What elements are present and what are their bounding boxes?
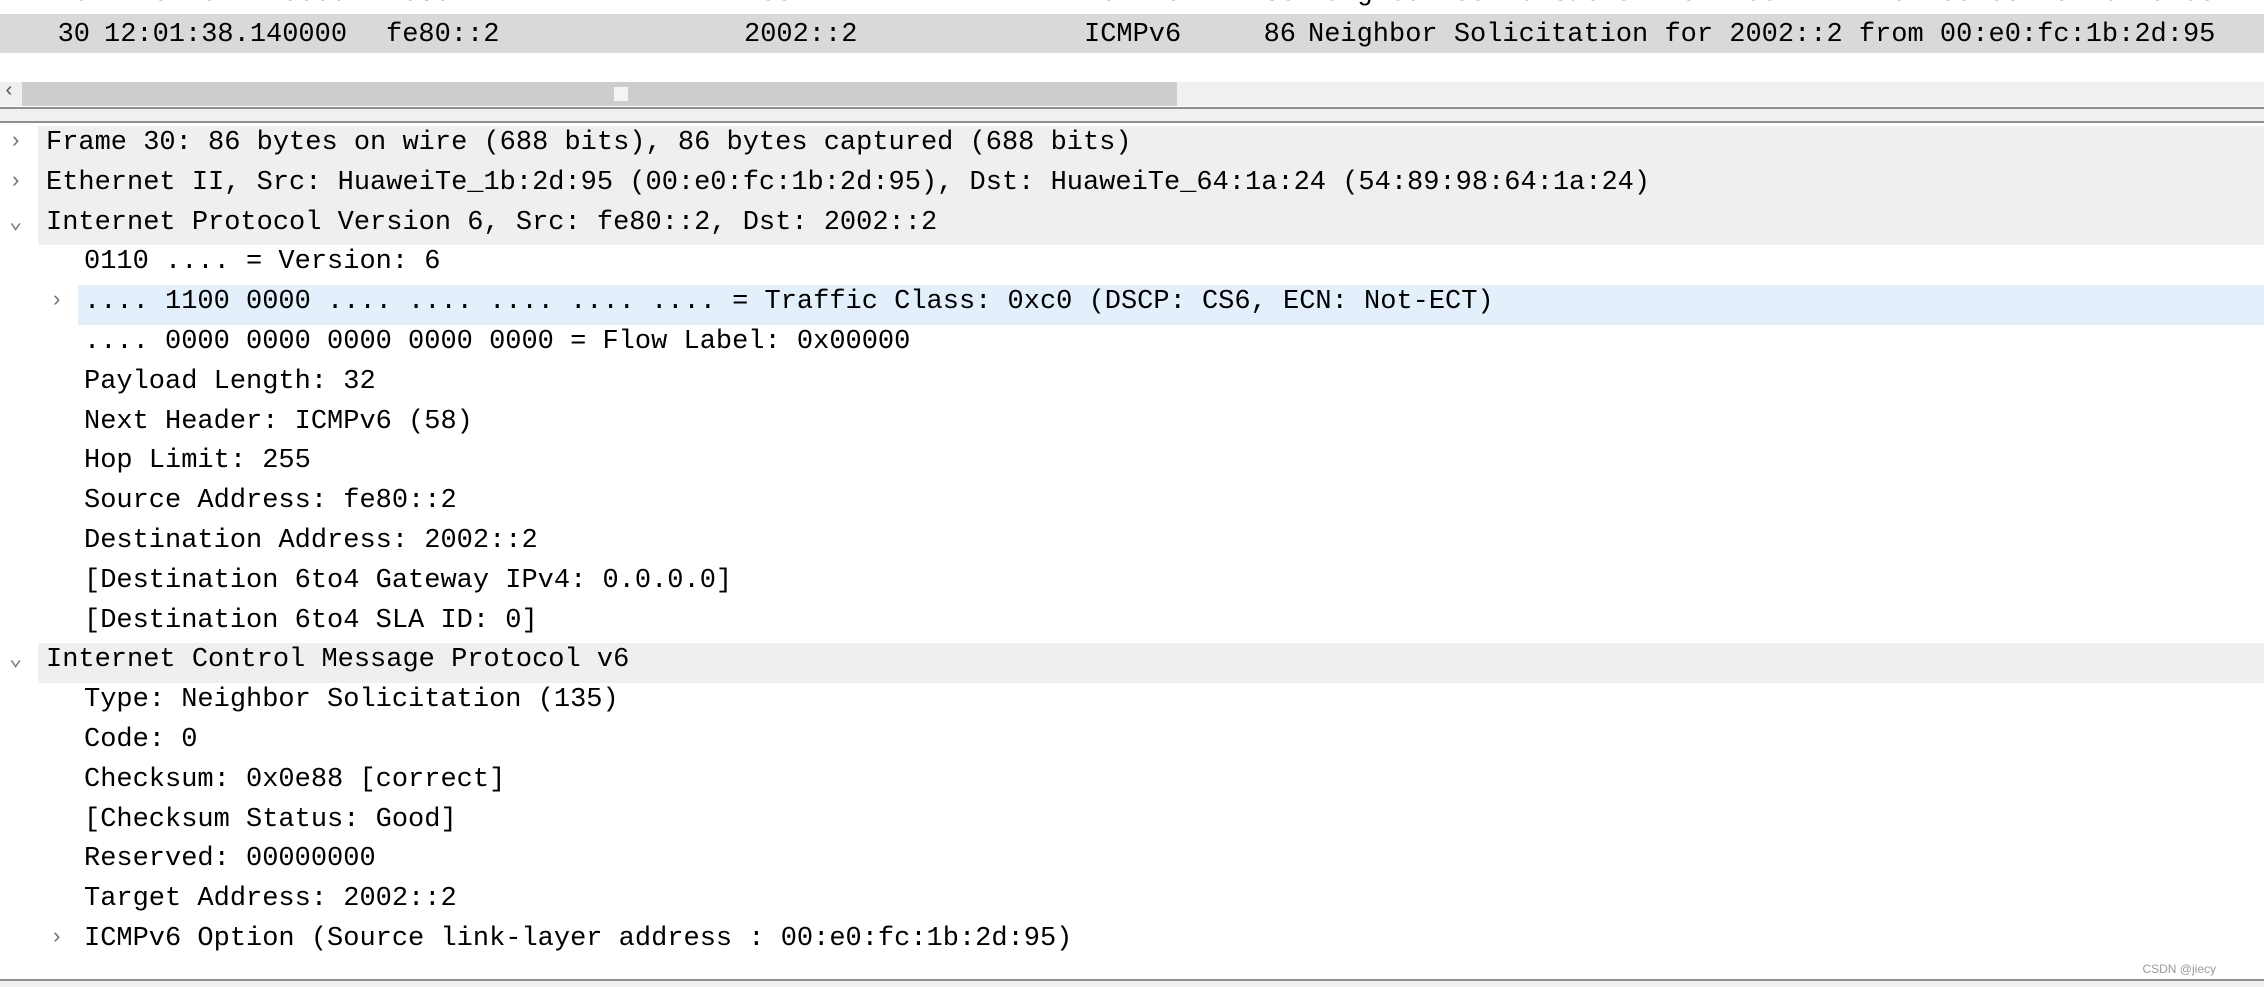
chevron-down-icon[interactable]: ⌄ — [9, 646, 22, 672]
tree-node-field[interactable]: Destination Address: 2002::2 — [0, 524, 2264, 564]
tree-node-label: .... 0000 0000 0000 0000 0000 = Flow Lab… — [84, 326, 911, 357]
packet-info: Neighbor Solicitation for 2002::2 from 0… — [1308, 0, 2215, 9]
packet-destination: 2002::2 — [744, 0, 857, 9]
tree-node-field[interactable]: › .... 1100 0000 .... .... .... .... ....… — [0, 285, 2264, 325]
scrollbar-grip[interactable] — [614, 87, 628, 101]
tree-node-field[interactable]: Type: Neighbor Solicitation (135) — [0, 683, 2264, 723]
tree-node-label: 0110 .... = Version: 6 — [84, 247, 441, 278]
packet-no: 30 — [57, 20, 90, 50]
pane-splitter[interactable] — [0, 107, 2264, 123]
packet-source: fe80::2 — [386, 0, 499, 9]
tree-node-protocol[interactable]: › Frame 30: 86 bytes on wire (688 bits), … — [0, 126, 2264, 166]
tree-node-field[interactable]: › ICMPv6 Option (Source link-layer addres… — [0, 922, 2264, 962]
tree-node-field[interactable]: Payload Length: 32 — [0, 365, 2264, 405]
packet-time: 12:01:37.140000 — [104, 0, 347, 9]
tree-node-label: Checksum: 0x0e88 [correct] — [84, 764, 506, 795]
packet-row[interactable]: 29 12:01:37.140000 fe80::2 2002::2 ICMPv… — [0, 0, 2264, 12]
tree-node-label: Hop Limit: 255 — [84, 446, 311, 477]
watermark: CSDN @jiecy — [2142, 962, 2216, 976]
tree-node-label: Internet Control Message Protocol v6 — [46, 645, 630, 676]
pane-splitter-bottom[interactable] — [0, 979, 2264, 987]
tree-node-field[interactable]: Hop Limit: 255 — [0, 444, 2264, 484]
tree-node-field[interactable]: Source Address: fe80::2 — [0, 484, 2264, 524]
tree-node-label: [Destination 6to4 SLA ID: 0] — [84, 605, 538, 636]
chevron-right-icon[interactable]: › — [9, 129, 22, 154]
chevron-right-icon[interactable]: › — [50, 925, 63, 950]
tree-node-label: .... 1100 0000 .... .... .... .... .... … — [84, 287, 1494, 318]
scroll-left-icon[interactable]: ‹ — [3, 80, 15, 103]
tree-node-protocol[interactable]: ⌄ Internet Control Message Protocol v6 — [0, 643, 2264, 684]
packet-details-tree: › Frame 30: 86 bytes on wire (688 bits), … — [0, 126, 2264, 962]
tree-node-label: Source Address: fe80::2 — [84, 486, 457, 517]
chevron-right-icon[interactable]: › — [50, 288, 63, 313]
packet-time: 12:01:38.140000 — [104, 20, 348, 50]
packet-length: 86 — [1263, 20, 1296, 50]
tree-node-label: Code: 0 — [84, 724, 198, 755]
tree-node-label: ICMPv6 Option (Source link-layer address… — [84, 923, 1073, 954]
packet-no: 29 — [58, 0, 90, 9]
packet-length: 86 — [1264, 0, 1296, 9]
tree-node-label: Target Address: 2002::2 — [84, 884, 457, 915]
packet-row-selected[interactable]: 30 12:01:38.140000 fe80::2 2002::2 ICMPv… — [0, 14, 2264, 53]
tree-node-protocol[interactable]: ⌄ Internet Protocol Version 6, Src: fe80:… — [0, 205, 2264, 246]
tree-node-label: Next Header: ICMPv6 (58) — [84, 406, 473, 437]
tree-node-field[interactable]: .... 0000 0000 0000 0000 0000 = Flow Lab… — [0, 325, 2264, 365]
packet-protocol: ICMPv6 — [1084, 20, 1182, 50]
packet-protocol: ICMPv6 — [1084, 0, 1181, 9]
tree-node-field[interactable]: [Checksum Status: Good] — [0, 803, 2264, 843]
tree-node-label: [Destination 6to4 Gateway IPv4: 0.0.0.0] — [84, 565, 733, 596]
tree-node-field[interactable]: 0110 .... = Version: 6 — [0, 245, 2264, 285]
packet-destination: 2002::2 — [744, 20, 858, 50]
chevron-right-icon[interactable]: › — [9, 169, 22, 194]
tree-node-field[interactable]: [Destination 6to4 Gateway IPv4: 0.0.0.0] — [0, 564, 2264, 604]
tree-node-protocol[interactable]: › Ethernet II, Src: HuaweiTe_1b:2d:95 (00… — [0, 165, 2264, 206]
tree-node-label: Internet Protocol Version 6, Src: fe80::… — [46, 207, 938, 238]
packet-source: fe80::2 — [386, 20, 500, 50]
tree-node-label: Reserved: 00000000 — [84, 844, 376, 875]
tree-node-label: [Checksum Status: Good] — [84, 804, 457, 835]
tree-node-field[interactable]: Code: 0 — [0, 723, 2264, 763]
tree-node-field[interactable]: Reserved: 00000000 — [0, 842, 2264, 882]
packet-info: Neighbor Solicitation for 2002::2 from 0… — [1308, 20, 2216, 50]
tree-node-field[interactable]: Target Address: 2002::2 — [0, 882, 2264, 922]
scrollbar-thumb[interactable] — [22, 82, 1177, 106]
tree-node-label: Destination Address: 2002::2 — [84, 525, 538, 556]
tree-node-label: Type: Neighbor Solicitation (135) — [84, 685, 619, 716]
tree-node-field[interactable]: Checksum: 0x0e88 [correct] — [0, 763, 2264, 803]
tree-node-label: Frame 30: 86 bytes on wire (688 bits), 8… — [46, 128, 1132, 158]
tree-node-field[interactable]: Next Header: ICMPv6 (58) — [0, 405, 2264, 445]
horizontal-scrollbar[interactable]: ‹ — [0, 80, 2264, 106]
tree-node-label: Payload Length: 32 — [84, 366, 376, 397]
tree-node-field[interactable]: [Destination 6to4 SLA ID: 0] — [0, 604, 2264, 644]
chevron-down-icon[interactable]: ⌄ — [9, 209, 22, 235]
tree-node-label: Ethernet II, Src: HuaweiTe_1b:2d:95 (00:… — [46, 167, 1651, 198]
